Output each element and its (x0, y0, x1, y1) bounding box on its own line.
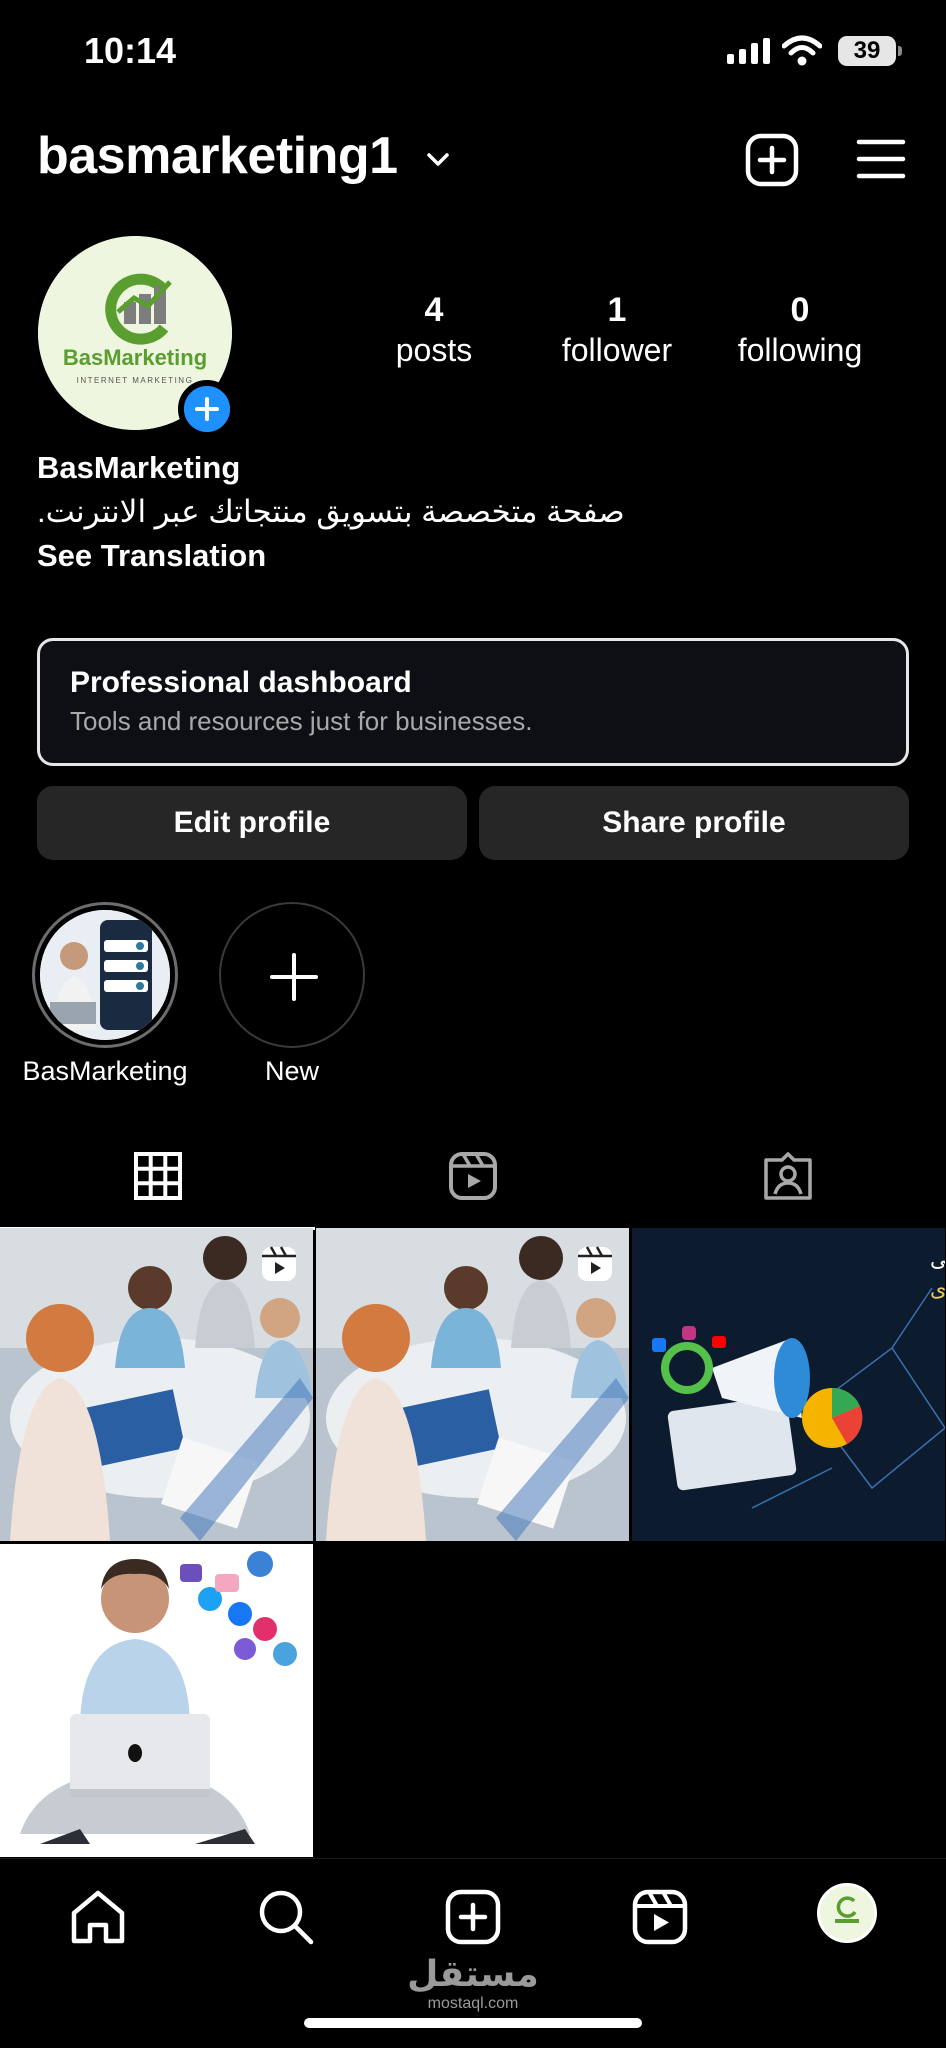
battery-indicator: 39 (838, 36, 902, 66)
stat-label: follower (561, 332, 673, 368)
new-highlight-button[interactable] (219, 902, 365, 1048)
bottom-navigation (0, 1858, 946, 1968)
edit-profile-button[interactable]: Edit profile (37, 786, 467, 860)
highlight-basmarketing[interactable] (32, 902, 178, 1048)
home-indicator[interactable] (304, 2018, 642, 2028)
stat-posts[interactable]: 4 posts (344, 290, 524, 370)
mostaql-watermark: مستقل mostaql.com (0, 1954, 946, 2014)
reel-badge-icon (262, 1246, 296, 1281)
post-thumbnail[interactable] (0, 1228, 313, 1541)
svg-text:INTERNET MARKETING: INTERNET MARKETING (77, 376, 194, 385)
reels-nav-icon[interactable] (630, 1887, 690, 1947)
post-thumbnail[interactable]: دليلك الشامل إلى التسويق بالمحتوى (632, 1228, 945, 1541)
svg-text:التسويق بالمحتوى: التسويق بالمحتوى (930, 1277, 945, 1301)
see-translation-link[interactable]: See Translation (37, 538, 266, 574)
add-story-icon[interactable] (178, 380, 236, 438)
stat-following[interactable]: 0 following (710, 290, 890, 370)
stat-label: posts (395, 332, 473, 368)
tab-reels[interactable] (315, 1140, 630, 1230)
profile-bio: صفحة متخصصة بتسويق منتجاتك عبر الانترنت. (37, 494, 625, 529)
share-profile-button[interactable]: Share profile (479, 786, 909, 860)
highlight-label: New (264, 1056, 319, 1086)
dashboard-title: Professional dashboard (70, 666, 412, 699)
menu-icon[interactable] (856, 136, 906, 182)
tab-tagged[interactable] (630, 1140, 945, 1230)
profile-tabs (0, 1140, 946, 1230)
stat-followers[interactable]: 1 follower (527, 290, 707, 370)
stat-value: 0 (790, 291, 810, 329)
home-icon[interactable] (68, 1887, 128, 1947)
stat-label: following (737, 332, 863, 368)
svg-text:دليلك الشامل إلى: دليلك الشامل إلى (930, 1247, 945, 1272)
profile-header: basmarketing1 (0, 120, 946, 200)
dashboard-subtitle: Tools and resources just for businesses. (70, 706, 533, 736)
profile-screen: 10:14 39 basmarketing1 BasMarketing INTE… (0, 0, 946, 2048)
stat-value: 4 (424, 291, 444, 329)
watermark-arabic: مستقل (407, 1953, 539, 1994)
create-post-icon[interactable] (443, 1887, 503, 1947)
professional-dashboard-card[interactable]: Professional dashboard Tools and resourc… (37, 638, 909, 766)
watermark-latin: mostaql.com (427, 1995, 519, 2012)
display-name: BasMarketing (37, 450, 241, 485)
chevron-down-icon[interactable] (424, 146, 452, 174)
stat-value: 1 (607, 291, 627, 329)
wifi-icon (782, 35, 822, 66)
profile-nav-avatar[interactable] (817, 1883, 877, 1943)
post-thumbnail[interactable] (0, 1544, 313, 1857)
svg-text:BasMarketing: BasMarketing (63, 345, 207, 370)
create-new-icon[interactable] (744, 132, 800, 188)
reels-icon (449, 1152, 497, 1200)
tagged-person-icon (764, 1152, 812, 1200)
search-icon[interactable] (256, 1887, 316, 1947)
grid-icon (134, 1152, 182, 1200)
cellular-signal-icon (727, 38, 770, 64)
tab-posts-grid[interactable] (0, 1140, 315, 1230)
account-username[interactable]: basmarketing1 (37, 126, 398, 186)
status-bar: 10:14 39 (0, 0, 946, 100)
post-thumbnail[interactable] (316, 1228, 629, 1541)
profile-stats: 4 posts 1 follower 0 following (340, 290, 900, 370)
reel-badge-icon (578, 1246, 612, 1281)
status-time: 10:14 (84, 30, 177, 71)
